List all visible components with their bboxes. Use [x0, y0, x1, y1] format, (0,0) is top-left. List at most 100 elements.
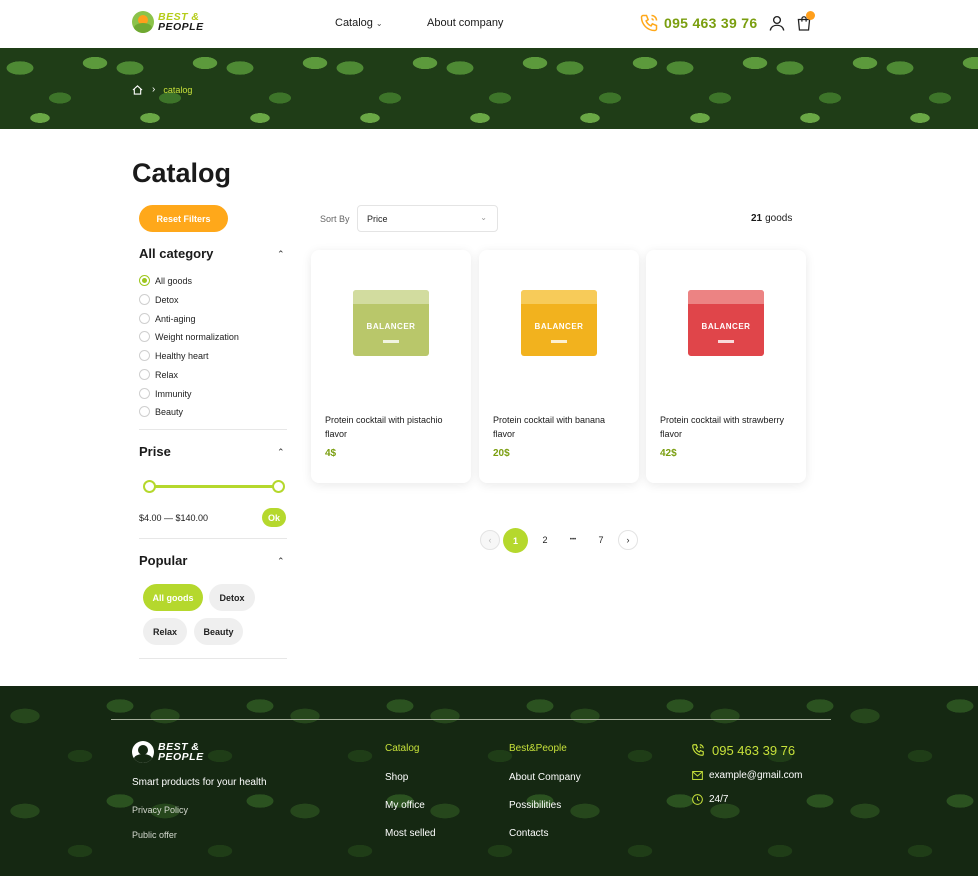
- footer-logo[interactable]: BEST & PEOPLE: [132, 741, 204, 763]
- chip-all-goods[interactable]: All goods: [143, 584, 203, 611]
- chip-relax[interactable]: Relax: [143, 618, 187, 645]
- chevron-up-icon[interactable]: ⌃: [277, 447, 285, 458]
- breadcrumb-current[interactable]: catalog: [163, 85, 192, 95]
- mail-icon: [692, 771, 703, 780]
- footer-link-shop[interactable]: Shop: [385, 772, 408, 783]
- product-price: 4$: [325, 448, 337, 459]
- price-slider-min-handle[interactable]: [143, 480, 156, 493]
- category-weight-normalization[interactable]: Weight normalization: [139, 331, 239, 342]
- site-header: BEST & PEOPLE Catalog ⌄ About company 095…: [0, 0, 978, 48]
- category-section-title[interactable]: All category: [139, 246, 213, 261]
- product-price: 20$: [493, 448, 510, 459]
- popular-section-title[interactable]: Popular: [139, 553, 187, 568]
- chip-detox[interactable]: Detox: [209, 584, 255, 611]
- product-image[interactable]: BALANCER: [353, 290, 429, 356]
- logo[interactable]: BEST & PEOPLE: [132, 11, 204, 33]
- footer-catalog-title[interactable]: Catalog: [385, 743, 419, 754]
- radio-icon: [139, 331, 150, 342]
- page-title: Catalog: [132, 158, 232, 188]
- nav-about-company[interactable]: About company: [427, 17, 503, 29]
- price-range-value: $4.00 — $140.00: [139, 513, 209, 523]
- logo-text-line2: PEOPLE: [158, 21, 204, 33]
- footer-divider: [111, 719, 831, 720]
- breadcrumb: › catalog: [132, 84, 192, 95]
- footer-link-about-company[interactable]: About Company: [509, 772, 581, 783]
- footer-phone[interactable]: 095 463 39 76: [712, 743, 795, 758]
- category-label: Weight normalization: [155, 331, 239, 342]
- price-slider-max-handle[interactable]: [272, 480, 285, 493]
- logo-mark-icon: [132, 11, 154, 33]
- category-beauty[interactable]: Beauty: [139, 406, 183, 417]
- chip-beauty[interactable]: Beauty: [194, 618, 243, 645]
- category-relax[interactable]: Relax: [139, 369, 178, 380]
- goods-count-label: goods: [765, 213, 793, 224]
- sort-label: Sort By: [320, 214, 350, 224]
- footer-link-possibilities[interactable]: Possibilities: [509, 800, 561, 811]
- chevron-up-icon[interactable]: ⌃: [277, 556, 285, 567]
- home-icon[interactable]: [132, 84, 143, 95]
- pagination-next-button[interactable]: ›: [618, 530, 638, 550]
- radio-icon: [139, 369, 150, 380]
- radio-icon: [139, 313, 150, 324]
- divider: [139, 538, 287, 539]
- radio-icon: [139, 388, 150, 399]
- radio-icon: [139, 350, 150, 361]
- clock-icon: [692, 794, 703, 805]
- chevron-up-icon[interactable]: ⌃: [277, 249, 285, 260]
- category-label: All goods: [155, 275, 193, 286]
- product-name[interactable]: Protein cocktail with pistachio flavor: [325, 413, 461, 441]
- category-immunity[interactable]: Immunity: [139, 388, 192, 399]
- cart-badge: [806, 11, 815, 20]
- logo-mark-icon: [132, 741, 154, 763]
- price-slider-track[interactable]: [150, 485, 278, 488]
- user-icon[interactable]: [768, 14, 786, 32]
- header-phone[interactable]: 095 463 39 76: [664, 15, 757, 31]
- privacy-policy-link[interactable]: Privacy Policy: [132, 805, 188, 815]
- nav-catalog[interactable]: Catalog ⌄: [335, 17, 383, 29]
- reset-filters-button[interactable]: Reset Filters: [139, 205, 228, 232]
- chevron-down-icon: ⌄: [375, 19, 383, 28]
- product-card[interactable]: BALANCER Protein cocktail with pistachio…: [311, 250, 471, 483]
- phone-icon: [640, 14, 658, 32]
- product-name[interactable]: Protein cocktail with banana flavor: [493, 413, 629, 441]
- public-offer-link[interactable]: Public offer: [132, 830, 177, 840]
- footer-company-title[interactable]: Best&People: [509, 743, 567, 754]
- radio-icon: [139, 294, 150, 305]
- category-label: Anti-aging: [155, 313, 196, 324]
- pagination-page-2[interactable]: 2: [535, 530, 555, 550]
- footer-link-most-selled[interactable]: Most selled: [385, 828, 436, 839]
- pagination-page-1[interactable]: 1: [503, 528, 528, 553]
- category-label: Relax: [155, 369, 179, 380]
- category-label: Detox: [155, 294, 179, 305]
- phone-icon: [692, 744, 704, 756]
- pagination-page-7[interactable]: 7: [591, 530, 611, 550]
- product-image[interactable]: BALANCER: [688, 290, 764, 356]
- category-anti-aging[interactable]: Anti-aging: [139, 313, 196, 324]
- pagination-ellipsis: •••: [569, 537, 577, 543]
- pagination-prev-button[interactable]: ‹: [480, 530, 500, 550]
- product-card[interactable]: BALANCER Protein cocktail with banana fl…: [479, 250, 639, 483]
- price-section-title[interactable]: Prise: [139, 444, 171, 459]
- footer-email[interactable]: example@gmail.com: [709, 770, 803, 781]
- category-healthy-heart[interactable]: Healthy heart: [139, 350, 209, 361]
- sort-value: Price: [367, 214, 388, 224]
- product-card[interactable]: BALANCER Protein cocktail with strawberr…: [646, 250, 806, 483]
- nav-catalog-label: Catalog: [335, 17, 373, 29]
- footer-link-contacts[interactable]: Contacts: [509, 828, 548, 839]
- goods-count-number: 21: [751, 213, 763, 224]
- divider: [139, 429, 287, 430]
- radio-icon: [139, 406, 150, 417]
- sort-select[interactable]: Price ⌄: [357, 205, 498, 232]
- product-image[interactable]: BALANCER: [521, 290, 597, 356]
- product-name[interactable]: Protein cocktail with strawberry flavor: [660, 413, 796, 441]
- category-label: Healthy heart: [155, 350, 209, 361]
- price-ok-button[interactable]: Ok: [262, 508, 286, 527]
- footer-link-my-office[interactable]: My office: [385, 800, 425, 811]
- category-detox[interactable]: Detox: [139, 294, 179, 305]
- goods-count: 21 goods: [751, 213, 792, 224]
- footer-tagline: Smart products for your health: [132, 777, 267, 788]
- category-label: Immunity: [155, 388, 192, 399]
- category-label: Beauty: [155, 406, 184, 417]
- product-price: 42$: [660, 448, 677, 459]
- category-all-goods[interactable]: All goods: [139, 275, 192, 286]
